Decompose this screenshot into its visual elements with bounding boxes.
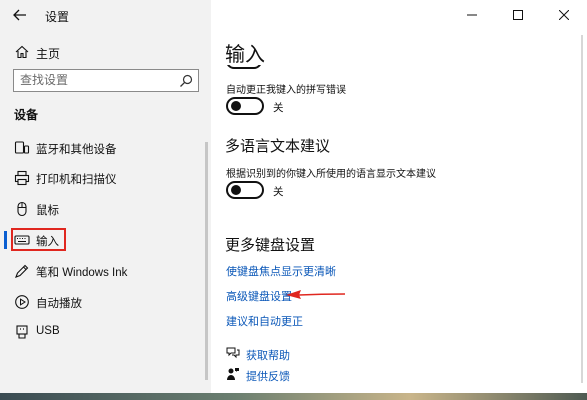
settings-window: 设置 主页 设备 蓝牙和其他设备 — [0, 0, 587, 393]
autoplay-icon — [15, 295, 29, 309]
multilang-toggle[interactable] — [226, 181, 264, 199]
get-help-label: 获取帮助 — [246, 350, 290, 362]
search-icon[interactable] — [179, 74, 193, 88]
sidebar-item-usb[interactable]: USB — [0, 318, 205, 346]
title-bar: 设置 — [0, 0, 211, 30]
keyboard-focus-link[interactable]: 使键盘焦点显示更清晰 — [226, 263, 336, 279]
feedback-label: 提供反馈 — [246, 371, 290, 383]
back-button[interactable] — [8, 4, 32, 26]
main-content: 输入 自动更正我键入的拼写错误 关 多语言文本建议 根据识别到的你键入所使用的语… — [211, 0, 587, 393]
multilang-toggle-state: 关 — [273, 186, 284, 198]
partial-toggle — [226, 65, 264, 71]
close-icon — [559, 10, 569, 20]
sidebar-item-home[interactable]: 主页 — [0, 40, 211, 64]
desktop-background — [0, 393, 587, 400]
page-title: 输入 — [225, 44, 265, 66]
window-controls — [449, 0, 587, 30]
annotation-arrow-icon — [286, 290, 346, 299]
window-title: 设置 — [45, 10, 70, 24]
toggle-knob — [231, 101, 241, 111]
arrow-left-icon — [13, 9, 26, 21]
content-scrollbar[interactable] — [581, 35, 583, 383]
annotation-highlight-box — [11, 228, 66, 251]
sidebar-item-bluetooth[interactable]: 蓝牙和其他设备 — [0, 134, 205, 162]
multilang-description: 根据识别到的你键入所使用的语言显示文本建议 — [226, 169, 436, 180]
home-icon — [15, 45, 29, 59]
advanced-keyboard-link[interactable]: 高级键盘设置 — [226, 288, 292, 304]
printer-icon — [14, 170, 30, 186]
minimize-icon — [467, 14, 477, 16]
sidebar-item-label: 自动播放 — [36, 298, 82, 310]
section-header: 设备 — [14, 108, 39, 122]
sidebar-item-label: USB — [36, 325, 60, 337]
sidebar-item-label: 主页 — [36, 47, 61, 61]
sidebar-item-mouse[interactable]: 鼠标 — [0, 195, 205, 223]
sidebar-item-label: 笔和 Windows Ink — [36, 267, 128, 279]
autocorrect-toggle-state: 关 — [273, 102, 284, 114]
search-input[interactable] — [20, 73, 170, 87]
usb-icon — [16, 325, 28, 339]
sidebar-item-label: 打印机和扫描仪 — [36, 174, 117, 186]
sidebar-item-autoplay[interactable]: 自动播放 — [0, 288, 205, 316]
pen-icon — [15, 264, 29, 278]
sidebar-scrollbar[interactable] — [205, 142, 208, 380]
multilang-heading: 多语言文本建议 — [225, 138, 331, 155]
more-keyboard-heading: 更多键盘设置 — [225, 237, 316, 254]
autocorrect-toggle[interactable] — [226, 97, 264, 115]
maximize-button[interactable] — [495, 0, 541, 30]
minimize-button[interactable] — [449, 0, 495, 30]
autocorrect-description: 自动更正我键入的拼写错误 — [226, 85, 346, 96]
bluetooth-devices-icon — [14, 141, 30, 154]
help-chat-icon — [226, 347, 240, 359]
close-button[interactable] — [541, 0, 587, 30]
sidebar-item-pen[interactable]: 笔和 Windows Ink — [0, 257, 205, 285]
sidebar-item-label: 蓝牙和其他设备 — [36, 144, 117, 156]
toggle-knob — [231, 185, 241, 195]
sidebar-item-printers[interactable]: 打印机和扫描仪 — [0, 164, 205, 192]
feedback-person-icon — [227, 368, 239, 380]
suggestions-autocorrect-link[interactable]: 建议和自动更正 — [226, 313, 303, 329]
sidebar-item-label: 鼠标 — [36, 205, 59, 217]
search-box[interactable] — [13, 69, 199, 92]
maximize-icon — [513, 10, 523, 20]
sidebar: 设置 主页 设备 蓝牙和其他设备 — [0, 0, 211, 393]
mouse-icon — [17, 201, 27, 217]
